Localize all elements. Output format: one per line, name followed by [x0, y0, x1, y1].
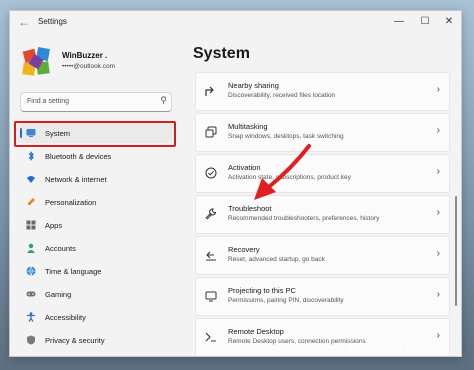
annotation-arrow	[254, 144, 311, 200]
watermark: WinBuzzer	[347, 340, 418, 355]
